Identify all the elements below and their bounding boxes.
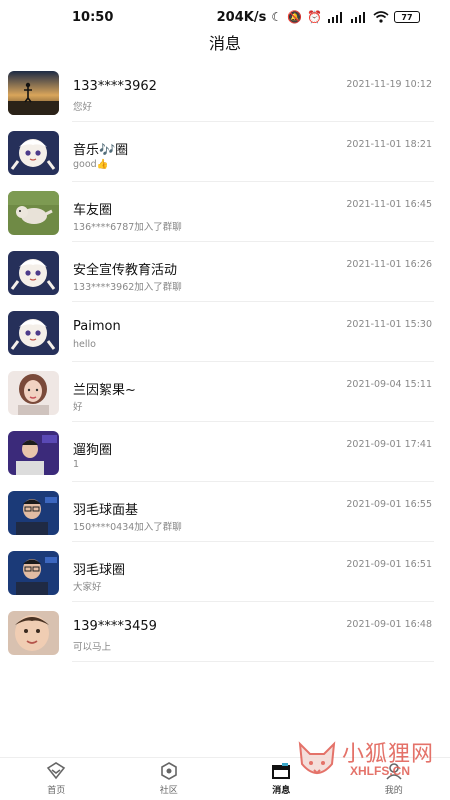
tab-home-label: 首页 xyxy=(47,786,66,796)
conversation-item[interactable]: 139****3459 可以马上 2021-09-01 16:48 xyxy=(0,602,450,662)
message-timestamp: 2021-11-01 16:26 xyxy=(346,259,432,270)
conversation-item[interactable]: 羽毛球面基 150****0434加入了群聊 2021-09-01 16:55 xyxy=(0,482,450,542)
conversation-name: 133****3962 xyxy=(73,79,157,94)
status-icons: 204K/s ☾ 🔕 ⏰ 77 xyxy=(217,10,420,25)
wifi-icon xyxy=(373,11,389,23)
conversation-name: 安全宣传教育活动 xyxy=(73,263,178,278)
hd-signal-icon-2 xyxy=(351,12,365,23)
tab-bar: 首页 社区 消息 我的 xyxy=(0,757,450,800)
message-timestamp: 2021-11-19 10:12 xyxy=(346,79,432,90)
tab-community-label: 社区 xyxy=(159,786,178,796)
message-preview: 1 xyxy=(73,459,80,470)
message-preview: 150****0434加入了群聊 xyxy=(73,522,182,533)
moon-icon: ☾ xyxy=(271,10,283,24)
avatar xyxy=(8,371,59,415)
message-timestamp: 2021-09-01 17:41 xyxy=(346,439,432,450)
message-preview: 大家好 xyxy=(73,582,102,593)
conversation-name: 139****3459 xyxy=(73,619,157,634)
message-timestamp: 2021-11-01 15:30 xyxy=(346,319,432,330)
message-timestamp: 2021-09-01 16:55 xyxy=(346,499,432,510)
conversation-name: 音乐🎶圈 xyxy=(73,143,129,158)
message-preview: good👍 xyxy=(73,159,109,170)
avatar xyxy=(8,491,59,535)
community-hex-icon xyxy=(160,762,177,780)
tab-profile-label: 我的 xyxy=(384,786,403,796)
message-timestamp: 2021-09-01 16:51 xyxy=(346,559,432,570)
network-speed: 204K/s xyxy=(216,9,267,25)
avatar xyxy=(8,431,59,475)
conversation-list: 133****3962 您好 2021-11-19 10:12 音乐🎶圈 good👍 20… xyxy=(0,62,450,662)
avatar xyxy=(8,191,59,235)
mute-icon: 🔕 xyxy=(287,10,303,24)
message-preview: 您好 xyxy=(73,102,93,113)
message-preview: hello xyxy=(73,339,96,350)
conversation-name: 兰因絮果~ xyxy=(73,383,136,398)
conversation-item[interactable]: 兰因絮果~ 好 2021-09-04 15:11 xyxy=(0,362,450,422)
message-preview: 136****6787加入了群聊 xyxy=(73,222,182,233)
avatar xyxy=(8,311,59,355)
page-title: 消息 xyxy=(208,34,241,53)
conversation-name: 羽毛球圈 xyxy=(73,563,126,578)
alarm-icon: ⏰ xyxy=(307,10,322,24)
conversation-item[interactable]: 车友圈 136****6787加入了群聊 2021-11-01 16:45 xyxy=(0,182,450,242)
avatar xyxy=(8,611,59,655)
tab-home[interactable]: 首页 xyxy=(0,758,113,800)
message-timestamp: 2021-11-01 18:21 xyxy=(346,139,432,150)
status-time: 10:50 xyxy=(72,9,114,25)
conversation-name: Paimon xyxy=(73,319,121,334)
tab-messages-label: 消息 xyxy=(272,786,291,796)
conversation-item[interactable]: 133****3962 您好 2021-11-19 10:12 xyxy=(0,62,450,122)
message-timestamp: 2021-09-01 16:48 xyxy=(346,619,432,630)
avatar xyxy=(8,71,59,115)
conversation-name: 羽毛球面基 xyxy=(73,503,139,518)
battery-icon: 77 xyxy=(394,11,420,23)
conversation-name: 车友圈 xyxy=(73,203,113,218)
message-preview: 133****3962加入了群聊 xyxy=(73,282,182,293)
message-preview: 好 xyxy=(73,402,83,413)
conversation-name: 遛狗圈 xyxy=(73,443,113,458)
message-box-icon xyxy=(272,763,291,779)
profile-icon xyxy=(386,763,402,780)
conversation-item[interactable]: 音乐🎶圈 good👍 2021-11-01 18:21 xyxy=(0,122,450,182)
conversation-item[interactable]: 安全宣传教育活动 133****3962加入了群聊 2021-11-01 16:26 xyxy=(0,242,450,302)
message-preview: 可以马上 xyxy=(73,642,112,653)
hd-signal-icon xyxy=(328,12,342,23)
avatar xyxy=(8,251,59,295)
message-timestamp: 2021-09-04 15:11 xyxy=(346,379,432,390)
tab-profile[interactable]: 我的 xyxy=(338,758,450,800)
tab-community[interactable]: 社区 xyxy=(113,758,226,800)
avatar xyxy=(8,131,59,175)
conversation-item[interactable]: Paimon hello 2021-11-01 15:30 xyxy=(0,302,450,362)
conversation-item[interactable]: 羽毛球圈大家好 2021-09-01 16:51 xyxy=(0,542,450,602)
conversation-item[interactable]: 遛狗圈 1 2021-09-01 17:41 xyxy=(0,422,450,482)
avatar xyxy=(8,551,59,595)
status-bar: 10:50 204K/s ☾ 🔕 ⏰ 77 xyxy=(0,0,450,34)
tab-messages[interactable]: 消息 xyxy=(225,758,338,800)
message-timestamp: 2021-11-01 16:45 xyxy=(346,199,432,210)
home-diamond-icon xyxy=(47,762,66,780)
